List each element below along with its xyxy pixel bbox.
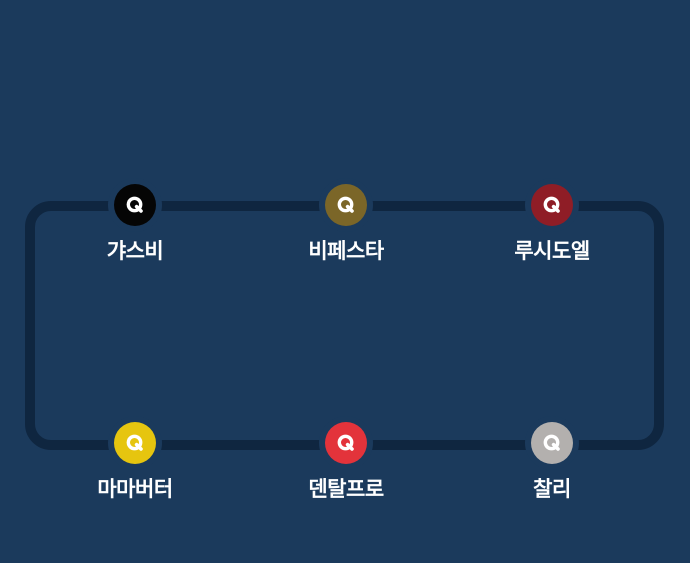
station-mama-butter[interactable]: 마마버터: [75, 422, 195, 522]
q-brand-icon: [531, 422, 573, 464]
station-label: 마마버터: [97, 477, 173, 501]
station-gatsby[interactable]: 갸스비: [75, 184, 195, 284]
q-brand-icon: [325, 184, 367, 226]
station-label: 루시도엘: [514, 239, 590, 263]
station-bifesta[interactable]: 비페스타: [286, 184, 406, 284]
station-lucido-l[interactable]: 루시도엘: [492, 184, 612, 284]
q-brand-icon: [531, 184, 573, 226]
station-label: 갸스비: [106, 239, 164, 263]
station-label: 찰리: [533, 477, 571, 501]
station-dental-pro[interactable]: 덴탈프로: [286, 422, 406, 522]
station-charley[interactable]: 찰리: [492, 422, 612, 522]
q-brand-icon: [325, 422, 367, 464]
q-brand-icon: [114, 422, 156, 464]
station-label: 덴탈프로: [308, 477, 384, 501]
station-label: 비페스타: [308, 239, 384, 263]
q-brand-icon: [114, 184, 156, 226]
